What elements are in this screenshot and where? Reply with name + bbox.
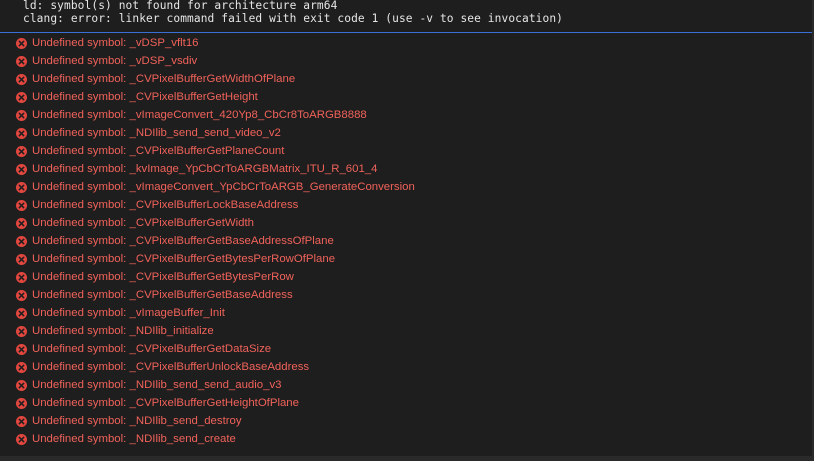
error-icon: [16, 91, 27, 103]
error-icon: [16, 325, 27, 337]
issue-row[interactable]: Undefined symbol: _NDIlib_send_create: [0, 430, 812, 448]
issue-list: Undefined symbol: _vDSP_vflt16 Undefined …: [0, 34, 812, 454]
issue-message: Undefined symbol: _CVPixelBufferGetBytes…: [32, 253, 336, 265]
issue-row[interactable]: Undefined symbol: _NDIlib_send_send_vide…: [0, 124, 812, 142]
issue-message: Undefined symbol: _CVPixelBufferLockBase…: [32, 199, 299, 211]
issue-row[interactable]: Undefined symbol: _kvImage_YpCbCrToARGBM…: [0, 160, 812, 178]
error-icon: [16, 181, 27, 193]
issue-row[interactable]: Undefined symbol: _NDIlib_send_send_audi…: [0, 376, 812, 394]
issue-row[interactable]: Undefined symbol: _CVPixelBufferGetHeigh…: [0, 394, 812, 412]
issue-row[interactable]: Undefined symbol: _CVPixelBufferGetHeigh…: [0, 88, 812, 106]
issue-message: Undefined symbol: _CVPixelBufferGetDataS…: [32, 343, 272, 355]
error-icon: [16, 109, 27, 121]
log-line: ld: symbol(s) not found for architecture…: [23, 0, 338, 12]
error-icon: [16, 217, 27, 229]
issue-message: Undefined symbol: _CVPixelBufferGetBaseA…: [32, 289, 293, 301]
log-line: clang: error: linker command failed with…: [23, 12, 563, 25]
error-icon: [16, 199, 27, 211]
issue-message: Undefined symbol: _CVPixelBufferGetHeigh…: [32, 397, 299, 409]
error-icon: [16, 37, 27, 49]
issue-row[interactable]: Undefined symbol: _CVPixelBufferGetBytes…: [0, 250, 812, 268]
bottom-edge: [0, 456, 814, 461]
error-icon: [16, 253, 27, 265]
issue-message: Undefined symbol: _CVPixelBufferGetBaseA…: [32, 235, 334, 247]
issue-message: Undefined symbol: _NDIlib_send_destroy: [32, 415, 242, 427]
issue-row[interactable]: Undefined symbol: _vDSP_vflt16: [0, 34, 812, 52]
error-icon: [16, 397, 27, 409]
issue-row[interactable]: Undefined symbol: _CVPixelBufferLockBase…: [0, 196, 812, 214]
issue-message: Undefined symbol: _NDIlib_send_send_audi…: [32, 379, 282, 391]
issue-message: Undefined symbol: _CVPixelBufferUnlockBa…: [32, 361, 310, 373]
error-icon: [16, 415, 27, 427]
issue-message: Undefined symbol: _CVPixelBufferGetWidth: [32, 217, 255, 229]
error-icon: [16, 271, 27, 283]
error-icon: [16, 55, 27, 67]
build-log-panel: ld: symbol(s) not found for architecture…: [0, 0, 814, 461]
error-icon: [16, 235, 27, 247]
error-icon: [16, 145, 27, 157]
issue-message: Undefined symbol: _kvImage_YpCbCrToARGBM…: [32, 163, 378, 175]
issue-message: Undefined symbol: _CVPixelBufferGetBytes…: [32, 271, 294, 283]
issue-message: Undefined symbol: _NDIlib_send_create: [32, 433, 236, 445]
issue-row[interactable]: Undefined symbol: _CVPixelBufferGetBaseA…: [0, 232, 812, 250]
issue-row[interactable]: Undefined symbol: _CVPixelBufferGetWidth: [0, 214, 812, 232]
issue-row[interactable]: Undefined symbol: _vImageBuffer_Init: [0, 304, 812, 322]
issue-row[interactable]: Undefined symbol: _vImageConvert_420Yp8_…: [0, 106, 812, 124]
issue-message: Undefined symbol: _vDSP_vsdiv: [32, 55, 198, 67]
issue-row[interactable]: Undefined symbol: _CVPixelBufferUnlockBa…: [0, 358, 812, 376]
issue-message: Undefined symbol: _vImageConvert_420Yp8_…: [32, 109, 367, 121]
issue-message: Undefined symbol: _CVPixelBufferGetHeigh…: [32, 91, 258, 103]
issue-row[interactable]: Undefined symbol: _NDIlib_initialize: [0, 322, 812, 340]
error-icon: [16, 433, 27, 445]
error-icon: [16, 307, 27, 319]
issue-row[interactable]: Undefined symbol: _NDIlib_send_destroy: [0, 412, 812, 430]
issue-message: Undefined symbol: _CVPixelBufferGetWidth…: [32, 73, 296, 85]
selection-divider: [0, 32, 812, 33]
error-icon: [16, 127, 27, 139]
issue-row[interactable]: Undefined symbol: _CVPixelBufferGetBytes…: [0, 268, 812, 286]
issue-row[interactable]: Undefined symbol: _CVPixelBufferGetPlane…: [0, 142, 812, 160]
error-icon: [16, 73, 27, 85]
error-icon: [16, 361, 27, 373]
error-icon: [16, 379, 27, 391]
issue-message: Undefined symbol: _NDIlib_initialize: [32, 325, 214, 337]
error-icon: [16, 163, 27, 175]
issue-row[interactable]: Undefined symbol: _vImageConvert_YpCbCrT…: [0, 178, 812, 196]
error-icon: [16, 289, 27, 301]
linker-log-output: ld: symbol(s) not found for architecture…: [0, 0, 814, 32]
issue-message: Undefined symbol: _vDSP_vflt16: [32, 37, 199, 49]
issue-message: Undefined symbol: _vImageConvert_YpCbCrT…: [32, 181, 415, 193]
issue-row[interactable]: Undefined symbol: _CVPixelBufferGetWidth…: [0, 70, 812, 88]
issue-row[interactable]: Undefined symbol: _CVPixelBufferGetDataS…: [0, 340, 812, 358]
issue-row[interactable]: Undefined symbol: _vDSP_vsdiv: [0, 52, 812, 70]
issue-message: Undefined symbol: _NDIlib_send_send_vide…: [32, 127, 281, 139]
issue-message: Undefined symbol: _vImageBuffer_Init: [32, 307, 225, 319]
issue-row[interactable]: Undefined symbol: _CVPixelBufferGetBaseA…: [0, 286, 812, 304]
issue-message: Undefined symbol: _CVPixelBufferGetPlane…: [32, 145, 285, 157]
error-icon: [16, 343, 27, 355]
